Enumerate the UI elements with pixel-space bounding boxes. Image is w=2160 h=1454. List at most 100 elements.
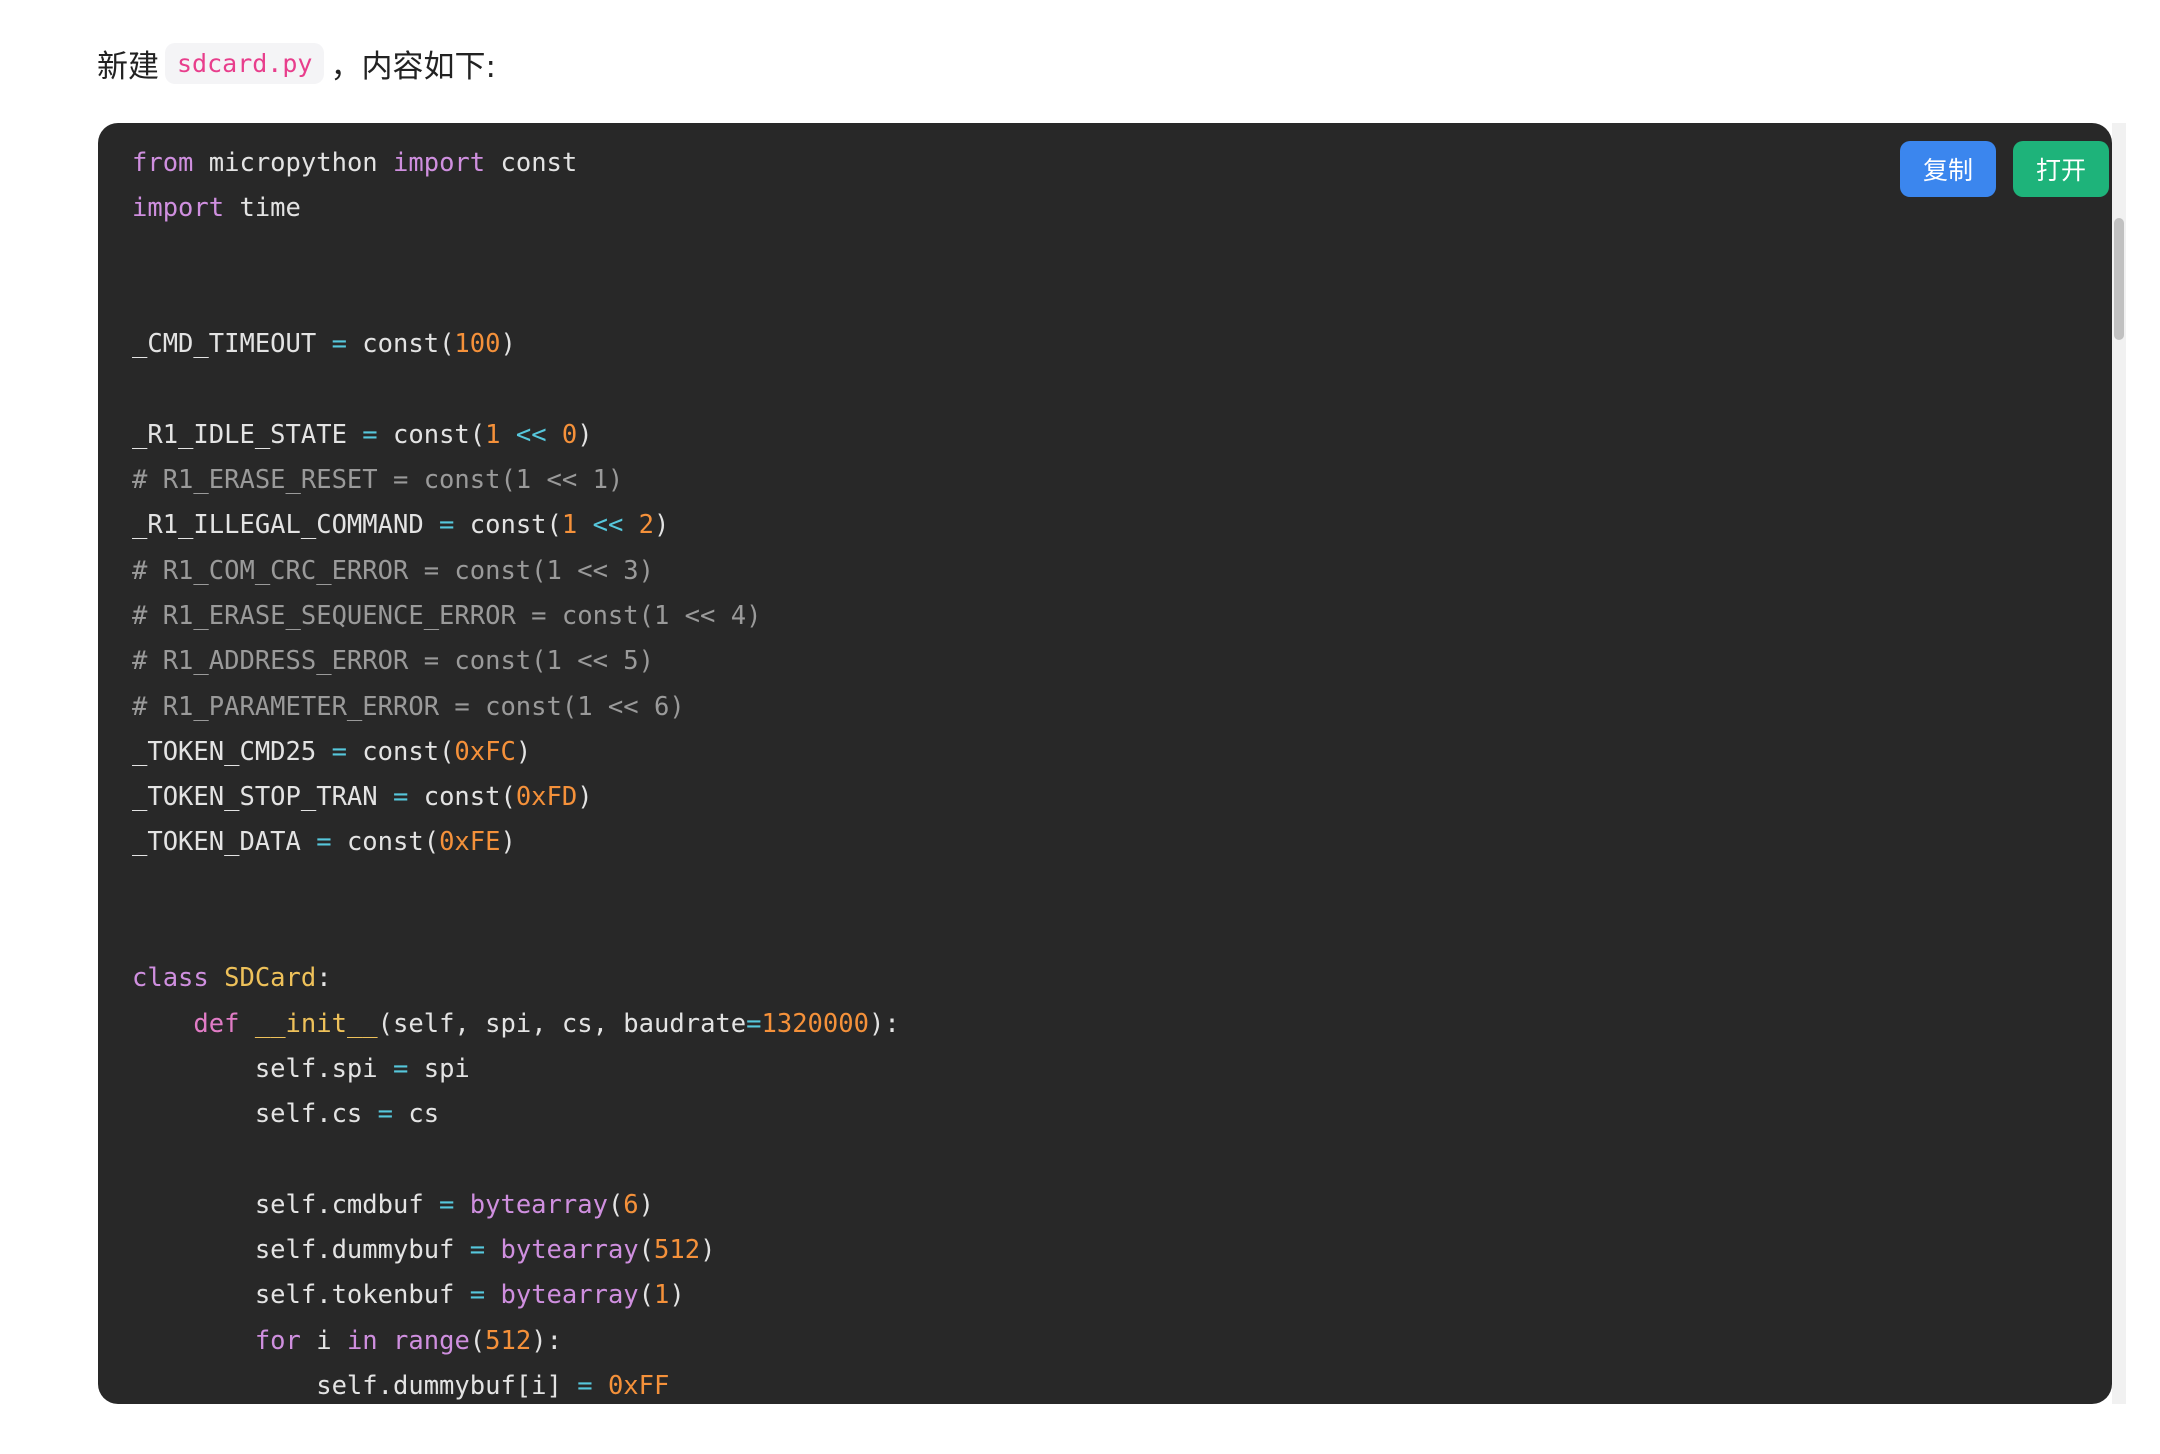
code-token: self.cmdbuf — [132, 1189, 440, 1220]
code-token: _TOKEN_STOP_TRAN — [132, 782, 393, 813]
code-token: bytearray — [500, 1235, 639, 1266]
code-token: 1 — [485, 419, 501, 450]
code-token: self.spi — [132, 1053, 393, 1084]
code-line: self.tokenbuf = bytearray(1) — [132, 1273, 900, 1318]
code-token: ): — [868, 1008, 900, 1039]
code-token: for — [254, 1325, 301, 1356]
inline-filename: sdcard.py — [165, 42, 325, 84]
code-line: self.cs = cs — [132, 1092, 900, 1137]
code-token: i — [300, 1325, 347, 1356]
code-token: ) — [500, 827, 516, 858]
code-token: const( — [377, 419, 486, 450]
code-token: = — [469, 1280, 486, 1311]
code-token: ) — [500, 329, 516, 360]
code-token: ) — [577, 782, 593, 813]
code-token: bytearray — [469, 1189, 608, 1220]
code-token: # R1_PARAMETER_ERROR = const(1 << 6) — [132, 691, 685, 722]
code-token: 512 — [485, 1325, 532, 1356]
code-line: _CMD_TIMEOUT = const(100) — [132, 322, 900, 367]
code-line: # R1_ERASE_RESET = const(1 << 1) — [132, 458, 900, 503]
code-line: def __init__(self, spi, cs, baudrate=132… — [132, 1002, 900, 1047]
code-line: # R1_PARAMETER_ERROR = const(1 << 6) — [132, 685, 900, 730]
code-token: # R1_ADDRESS_ERROR = const(1 << 5) — [132, 646, 654, 677]
code-token: 1 — [561, 510, 578, 541]
copy-button[interactable]: 复制 — [1900, 141, 1996, 197]
code-token: = — [746, 1008, 762, 1039]
code-token: _CMD_TIMEOUT — [132, 329, 332, 360]
code-token: = — [577, 1371, 593, 1402]
code-token: ) — [577, 419, 593, 450]
code-line: _R1_IDLE_STATE = const(1 << 0) — [132, 413, 900, 458]
code-token: ( — [638, 1235, 655, 1266]
code-token: # R1_ERASE_SEQUENCE_ERROR = const(1 << 4… — [132, 600, 762, 631]
code-token: 100 — [454, 329, 501, 360]
code-token: # R1_COM_CRC_ERROR = const(1 << 3) — [132, 555, 654, 586]
code-token: const( — [331, 827, 440, 858]
code-token: self.dummybuf[i] — [132, 1371, 578, 1402]
code-token: in — [346, 1325, 378, 1356]
code-token: ) — [515, 736, 532, 767]
code-line: # R1_ADDRESS_ERROR = const(1 << 5) — [132, 639, 900, 684]
code-token: time — [224, 193, 301, 224]
code-token: = — [393, 782, 409, 813]
code-token: const( — [408, 782, 516, 813]
code-block: from micropython import const import time… — [98, 123, 2112, 1404]
code-token: = — [331, 736, 347, 767]
code-line: class SDCard: — [132, 956, 900, 1001]
code-token: import — [393, 148, 486, 178]
code-line: _TOKEN_CMD25 = const(0xFC) — [132, 730, 900, 775]
code-token: ) — [638, 1189, 655, 1220]
code-token: bytearray — [500, 1280, 639, 1311]
code-token: << — [592, 510, 624, 541]
code-line: import time — [132, 186, 900, 231]
code-line: self.spi = spi — [132, 1047, 900, 1092]
code-token: 1320000 — [761, 1008, 869, 1039]
code-token: ( — [469, 1325, 486, 1356]
intro-text: 新建 sdcard.py ，内容如下: — [97, 38, 496, 88]
code-token: = — [316, 827, 332, 858]
code-token: _TOKEN_DATA — [132, 827, 317, 858]
code-line: from micropython import const — [132, 141, 900, 186]
code-token: ): — [531, 1325, 562, 1356]
code-token: _R1_ILLEGAL_COMMAND — [132, 510, 440, 541]
code-token: = — [439, 510, 455, 541]
code-token: ) — [700, 1235, 716, 1266]
code-line: self.dummybuf = bytearray(512) — [132, 1228, 900, 1273]
code-token: 0xFC — [454, 736, 516, 767]
code-token: self.dummybuf — [132, 1235, 470, 1266]
code-token: 512 — [654, 1235, 701, 1266]
code-token: range — [393, 1325, 470, 1356]
code-token: ) — [654, 510, 670, 541]
code-token: 0xFD — [515, 782, 578, 813]
code-token: << — [515, 419, 547, 450]
code-token: _TOKEN_CMD25 — [132, 736, 332, 767]
code-token: 1 — [654, 1280, 670, 1311]
code-line: _TOKEN_DATA = const(0xFE) — [132, 820, 900, 865]
code-token: spi — [408, 1053, 470, 1084]
code-token: # R1_ERASE_RESET = const(1 << 1) — [132, 465, 624, 496]
code-token: = — [393, 1053, 409, 1084]
code-token: 6 — [623, 1189, 639, 1220]
code-token: = — [362, 419, 378, 450]
code-token: = — [469, 1235, 486, 1266]
code-token: __init__ — [254, 1008, 378, 1039]
intro-suffix: ，内容如下: — [330, 48, 496, 85]
code-line: self.dummybuf[i] = 0xFF — [132, 1364, 900, 1404]
code-scrollbar-thumb[interactable] — [2114, 218, 2124, 340]
code-token: class — [132, 963, 209, 994]
code-token: import — [132, 193, 225, 224]
open-button[interactable]: 打开 — [2013, 141, 2109, 197]
